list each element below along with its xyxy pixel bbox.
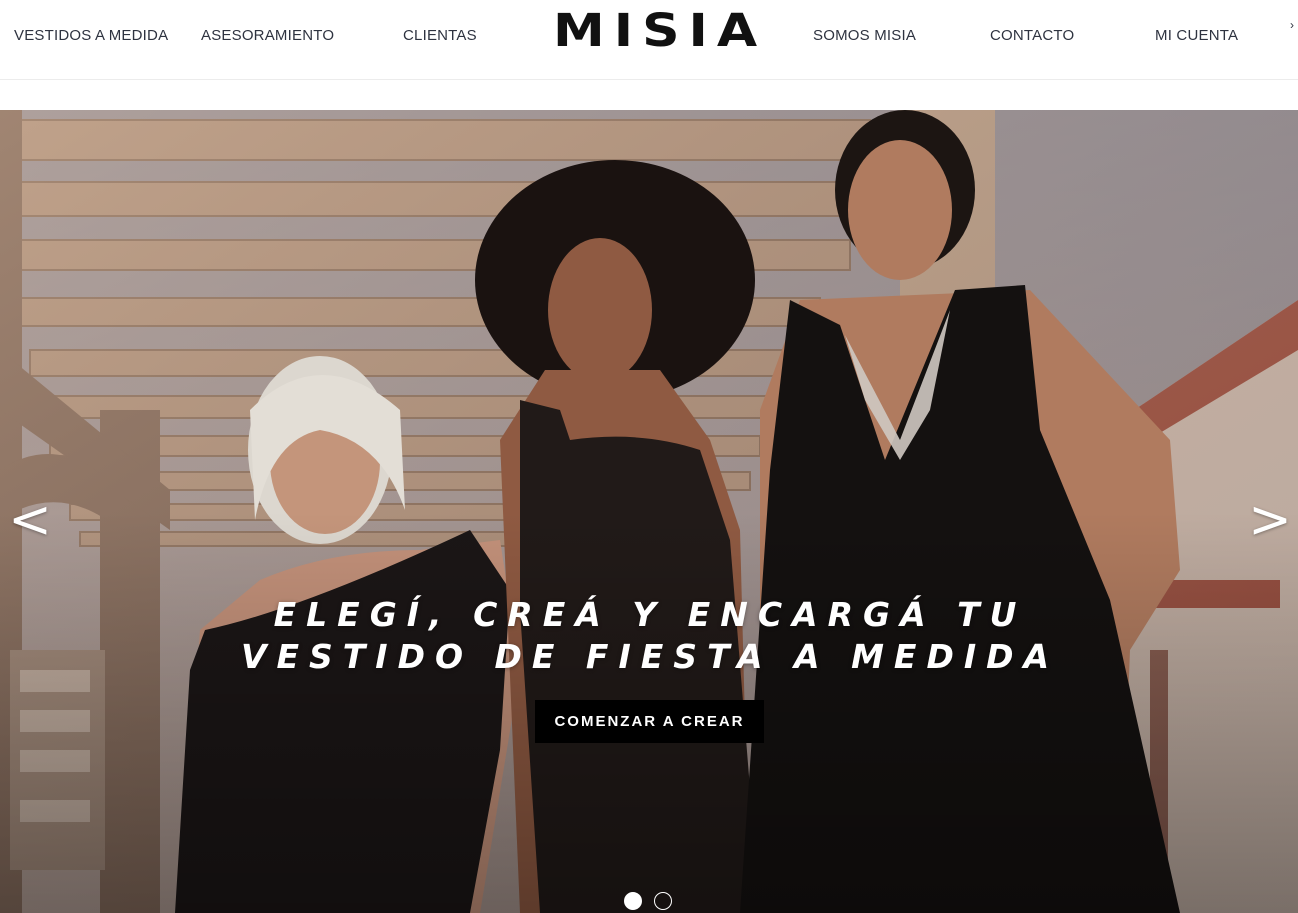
chevron-icon[interactable]: › bbox=[1290, 18, 1298, 32]
comenzar-a-crear-button[interactable]: COMENZAR A CREAR bbox=[535, 700, 764, 743]
site-header: VESTIDOS A MEDIDA ASESORAMIENTO CLIENTAS… bbox=[0, 0, 1298, 80]
nav-vestidos-a-medida[interactable]: VESTIDOS A MEDIDA bbox=[14, 27, 168, 44]
nav-mi-cuenta[interactable]: MI CUENTA bbox=[1155, 27, 1238, 44]
hero-headline-line1: ELEGÍ, CREÁ Y ENCARGÁ TU bbox=[273, 595, 1027, 634]
hero-slider: < > ELEGÍ, CREÁ Y ENCARGÁ TU VESTIDO DE … bbox=[0, 110, 1298, 913]
nav-somos-misia[interactable]: SOMOS MISIA bbox=[813, 27, 916, 44]
site-logo[interactable]: MISIA bbox=[553, 8, 766, 54]
nav-asesoramiento[interactable]: ASESORAMIENTO bbox=[201, 27, 334, 44]
slider-prev-arrow[interactable]: < bbox=[8, 490, 52, 550]
nav-clientas[interactable]: CLIENTAS bbox=[403, 27, 477, 44]
hero-headline-line2: VESTIDO DE FIESTA A MEDIDA bbox=[240, 637, 1060, 676]
hero-photo bbox=[0, 110, 1298, 913]
hero-headline: ELEGÍ, CREÁ Y ENCARGÁ TU VESTIDO DE FIES… bbox=[200, 594, 1100, 678]
slide-dot-2[interactable] bbox=[654, 892, 672, 910]
nav-contacto[interactable]: CONTACTO bbox=[990, 27, 1074, 44]
slide-dot-1[interactable] bbox=[624, 892, 642, 910]
slider-next-arrow[interactable]: > bbox=[1248, 490, 1292, 550]
